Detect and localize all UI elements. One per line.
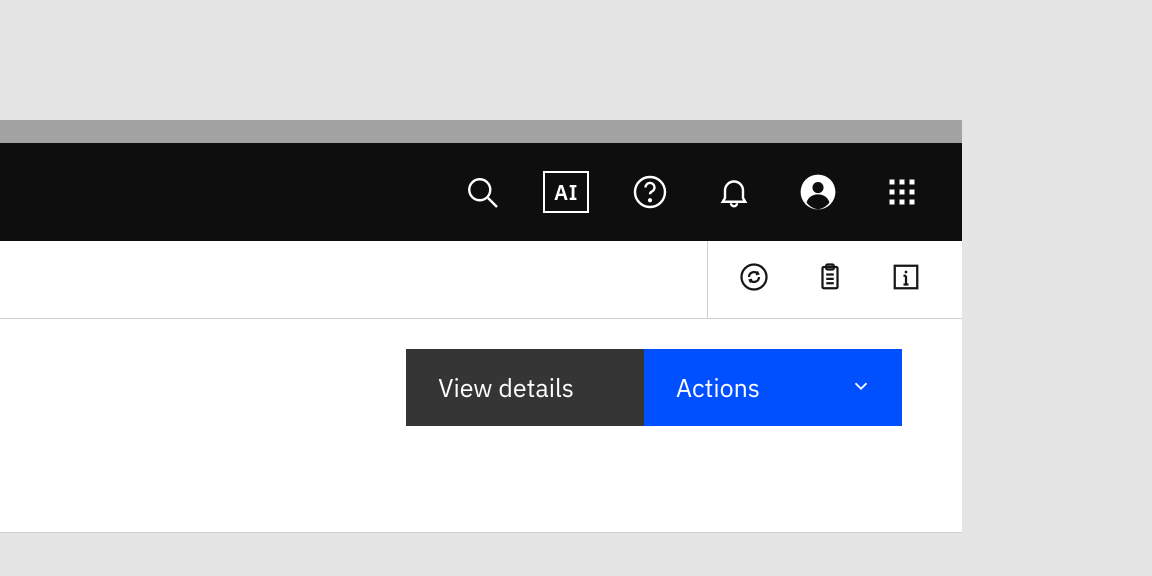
bell-icon bbox=[716, 174, 752, 210]
app-window: AI bbox=[0, 120, 962, 533]
search-button[interactable] bbox=[440, 143, 524, 241]
clipboard-icon bbox=[815, 262, 845, 297]
global-header: AI bbox=[0, 143, 962, 241]
help-button[interactable] bbox=[608, 143, 692, 241]
user-icon bbox=[799, 173, 837, 211]
ai-button[interactable]: AI bbox=[524, 143, 608, 241]
help-icon bbox=[632, 174, 668, 210]
actions-dropdown-button[interactable]: Actions bbox=[644, 349, 902, 426]
account-button[interactable] bbox=[776, 143, 860, 241]
page-toolbar bbox=[0, 241, 962, 319]
grid-icon bbox=[887, 177, 917, 207]
clipboard-button[interactable] bbox=[792, 241, 868, 319]
app-switcher-button[interactable] bbox=[860, 143, 944, 241]
actions-label: Actions bbox=[676, 371, 760, 404]
info-button[interactable] bbox=[868, 241, 944, 319]
toolbar-actions-group bbox=[707, 241, 962, 318]
info-icon bbox=[891, 262, 921, 297]
view-details-button[interactable]: View details bbox=[406, 349, 644, 426]
content-area: View details Actions bbox=[0, 319, 962, 426]
search-icon bbox=[464, 174, 500, 210]
refresh-icon bbox=[739, 262, 769, 297]
section-divider bbox=[0, 532, 962, 533]
view-details-label: View details bbox=[438, 371, 574, 404]
notifications-button[interactable] bbox=[692, 143, 776, 241]
refresh-button[interactable] bbox=[716, 241, 792, 319]
ai-icon: AI bbox=[543, 171, 589, 213]
window-titlebar bbox=[0, 120, 962, 143]
chevron-down-icon bbox=[850, 371, 872, 404]
action-button-row: View details Actions bbox=[406, 349, 902, 426]
